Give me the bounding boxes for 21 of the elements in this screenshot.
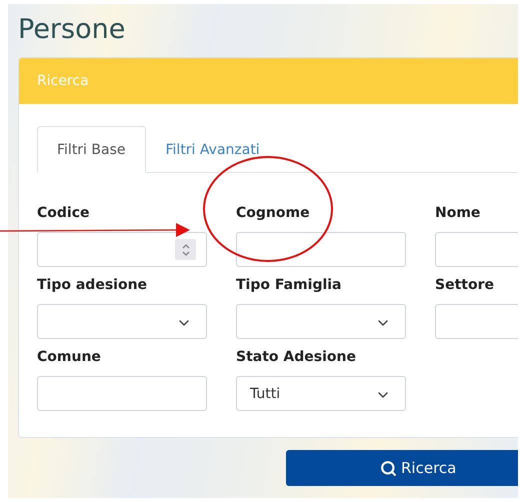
field-label: Codice bbox=[37, 205, 91, 223]
search-icon bbox=[380, 460, 397, 476]
input-field[interactable] bbox=[37, 232, 207, 267]
input-field[interactable] bbox=[236, 232, 406, 267]
search-button[interactable]: Ricerca bbox=[286, 450, 518, 486]
filter-tab[interactable]: Filtri Base bbox=[37, 126, 146, 173]
field-label: Stato Adesione bbox=[236, 349, 357, 367]
panel-title: Ricerca bbox=[37, 73, 89, 89]
field-label: Tipo Famiglia bbox=[236, 277, 343, 295]
select-field[interactable] bbox=[236, 304, 406, 339]
select-field[interactable]: Tutti bbox=[236, 376, 406, 411]
page-title: Persone bbox=[18, 13, 126, 47]
field-label: Settore bbox=[435, 277, 495, 295]
filter-tab[interactable]: Filtri Avanzati bbox=[146, 126, 280, 173]
field-label: Tipo adesione bbox=[37, 277, 148, 295]
spinner-icon[interactable] bbox=[175, 239, 196, 260]
field-label: Comune bbox=[37, 349, 102, 367]
field-label: Nome bbox=[435, 205, 482, 223]
field-label: Cognome bbox=[236, 205, 311, 223]
input-field[interactable] bbox=[37, 376, 207, 411]
select-field[interactable] bbox=[37, 304, 207, 339]
